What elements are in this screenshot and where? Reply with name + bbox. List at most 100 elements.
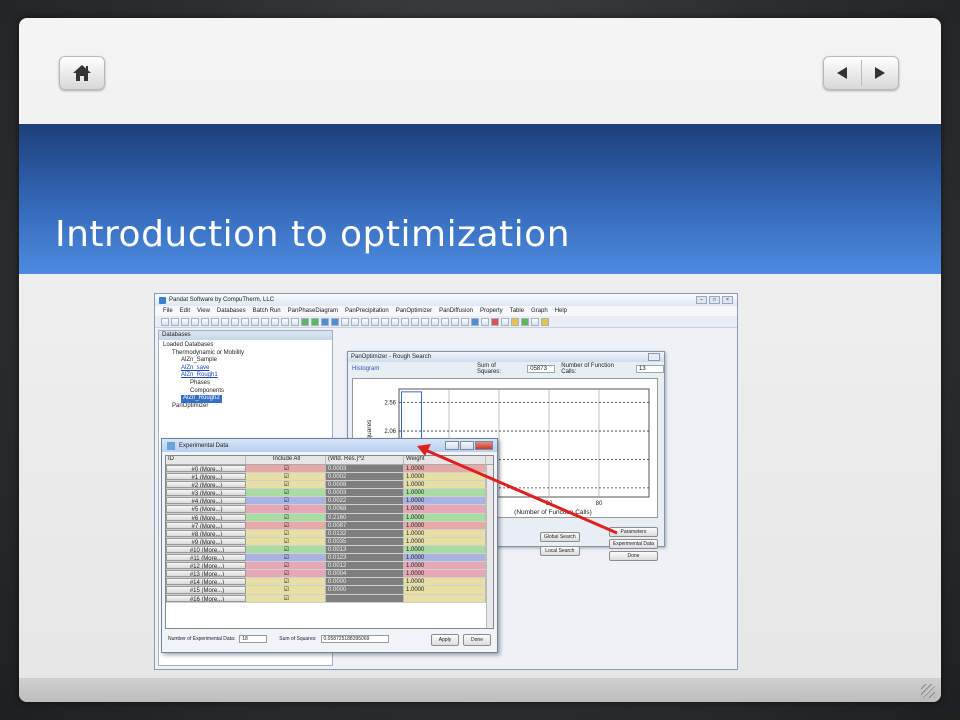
menu-item-pandiffusion[interactable]: PanDiffusion <box>439 308 473 314</box>
toolbar-tool-icon[interactable] <box>451 317 459 326</box>
close-button[interactable]: × <box>722 296 733 304</box>
menu-item-databases[interactable]: Databases <box>217 308 246 314</box>
weight-cell[interactable]: 1.0000 <box>404 489 486 497</box>
menu-item-help[interactable]: Help <box>555 308 567 314</box>
toolbar-tool-icon[interactable] <box>321 317 329 326</box>
toolbar-tool-icon[interactable] <box>541 317 549 326</box>
toolbar-tool-icon[interactable] <box>511 317 519 326</box>
menu-item-batch-run[interactable]: Batch Run <box>253 308 281 314</box>
toolbar-tool-icon[interactable] <box>341 317 349 326</box>
tree-node[interactable]: AlZn_Sample <box>163 357 332 365</box>
tree-node[interactable]: AlZn_Rough2 <box>163 395 332 403</box>
row-id-button[interactable]: #0 (More...) <box>166 465 246 473</box>
exp-minimize-button[interactable] <box>445 441 459 450</box>
toolbar-tool-icon[interactable] <box>501 317 509 326</box>
toolbar-tool-icon[interactable] <box>191 317 199 326</box>
toolbar-tool-icon[interactable] <box>481 317 489 326</box>
prev-slide-button[interactable] <box>824 57 861 89</box>
tree-node[interactable]: PanOptimizer <box>163 403 332 411</box>
toolbar-tool-icon[interactable] <box>311 317 319 326</box>
toolbar-tool-icon[interactable] <box>411 317 419 326</box>
grid-column-header[interactable]: Include All <box>246 456 326 464</box>
grid-column-header[interactable]: Weight <box>404 456 486 464</box>
toolbar-tool-icon[interactable] <box>401 317 409 326</box>
include-checkbox[interactable]: ☑ <box>246 481 326 489</box>
toolbar-tool-icon[interactable] <box>381 317 389 326</box>
toolbar-tool-icon[interactable] <box>441 317 449 326</box>
include-checkbox[interactable]: ☑ <box>246 465 326 473</box>
rough-done-button[interactable]: Done <box>608 551 658 561</box>
weight-cell[interactable]: 1.0000 <box>404 545 486 554</box>
toolbar-tool-icon[interactable] <box>211 317 219 326</box>
exp-done-button[interactable]: Done <box>463 634 491 646</box>
include-checkbox[interactable]: ☑ <box>246 505 326 513</box>
include-checkbox[interactable]: ☑ <box>246 537 326 545</box>
row-id-button[interactable]: #9 (More...) <box>166 537 246 545</box>
include-checkbox[interactable]: ☑ <box>246 594 326 602</box>
toolbar-tool-icon[interactable] <box>161 317 169 326</box>
toolbar-tool-icon[interactable] <box>261 317 269 326</box>
row-id-button[interactable]: #15 (More...) <box>166 586 246 594</box>
toolbar-tool-icon[interactable] <box>201 317 209 326</box>
tree-node[interactable]: AlZn_Rough1 <box>163 372 332 380</box>
weight-cell[interactable]: 1.0000 <box>404 529 486 537</box>
row-id-button[interactable]: #3 (More...) <box>166 489 246 497</box>
tree-node[interactable]: Loaded Databases <box>163 342 332 350</box>
weight-cell[interactable]: 1.0000 <box>404 505 486 513</box>
weight-cell[interactable]: 1.0000 <box>404 562 486 570</box>
row-id-button[interactable]: #12 (More...) <box>166 562 246 570</box>
menu-item-panoptimizer[interactable]: PanOptimizer <box>396 308 432 314</box>
toolbar-tool-icon[interactable] <box>461 317 469 326</box>
toolbar-tool-icon[interactable] <box>171 317 179 326</box>
grid-scrollbar[interactable] <box>486 465 493 628</box>
weight-cell[interactable]: 1.0000 <box>404 521 486 529</box>
weight-cell[interactable]: 1.0000 <box>404 481 486 489</box>
toolbar-tool-icon[interactable] <box>391 317 399 326</box>
include-checkbox[interactable]: ☑ <box>246 521 326 529</box>
row-id-button[interactable]: #8 (More...) <box>166 529 246 537</box>
toolbar-tool-icon[interactable] <box>331 317 339 326</box>
weight-cell[interactable] <box>404 594 486 602</box>
row-id-button[interactable]: #16 (More...) <box>166 594 246 602</box>
toolbar-tool-icon[interactable] <box>221 317 229 326</box>
row-id-button[interactable]: #1 (More...) <box>166 473 246 481</box>
toolbar-tool-icon[interactable] <box>241 317 249 326</box>
toolbar-tool-icon[interactable] <box>491 317 499 326</box>
apply-button[interactable]: Apply <box>431 634 459 646</box>
toolbar-tool-icon[interactable] <box>181 317 189 326</box>
weight-cell[interactable]: 1.0000 <box>404 586 486 594</box>
menu-item-panphasediagram[interactable]: PanPhaseDiagram <box>288 308 338 314</box>
weight-cell[interactable]: 1.0000 <box>404 513 486 521</box>
row-id-button[interactable]: #14 (More...) <box>166 578 246 586</box>
include-checkbox[interactable]: ☑ <box>246 545 326 554</box>
include-checkbox[interactable]: ☑ <box>246 570 326 578</box>
weight-cell[interactable]: 1.0000 <box>404 554 486 562</box>
toolbar-tool-icon[interactable] <box>301 317 309 326</box>
include-checkbox[interactable]: ☑ <box>246 529 326 537</box>
row-id-button[interactable]: #10 (More...) <box>166 545 246 554</box>
weight-cell[interactable]: 1.0000 <box>404 473 486 481</box>
menu-item-property[interactable]: Property <box>480 308 503 314</box>
row-id-button[interactable]: #2 (More...) <box>166 481 246 489</box>
row-id-button[interactable]: #4 (More...) <box>166 497 246 505</box>
local-search-button[interactable]: Local Search <box>540 546 580 556</box>
minimize-button[interactable]: – <box>696 296 707 304</box>
weight-cell[interactable]: 1.0000 <box>404 570 486 578</box>
tree-node[interactable]: AlZn_save <box>163 365 332 373</box>
global-search-button[interactable]: Global Search <box>540 532 580 542</box>
include-checkbox[interactable]: ☑ <box>246 513 326 521</box>
exp-close-button[interactable] <box>475 441 493 450</box>
menu-item-edit[interactable]: Edit <box>180 308 190 314</box>
toolbar-tool-icon[interactable] <box>531 317 539 326</box>
exp-maximize-button[interactable] <box>460 441 474 450</box>
toolbar-tool-icon[interactable] <box>281 317 289 326</box>
rough-search-close-button[interactable] <box>648 353 660 361</box>
toolbar-tool-icon[interactable] <box>271 317 279 326</box>
grid-column-header[interactable]: ID <box>166 456 246 464</box>
toolbar-tool-icon[interactable] <box>351 317 359 326</box>
menu-item-file[interactable]: File <box>163 308 173 314</box>
toolbar-tool-icon[interactable] <box>251 317 259 326</box>
tree-node[interactable]: Phases <box>163 380 332 388</box>
experimental-data-button[interactable]: Experimental Data <box>608 539 658 549</box>
row-id-button[interactable]: #13 (More...) <box>166 570 246 578</box>
